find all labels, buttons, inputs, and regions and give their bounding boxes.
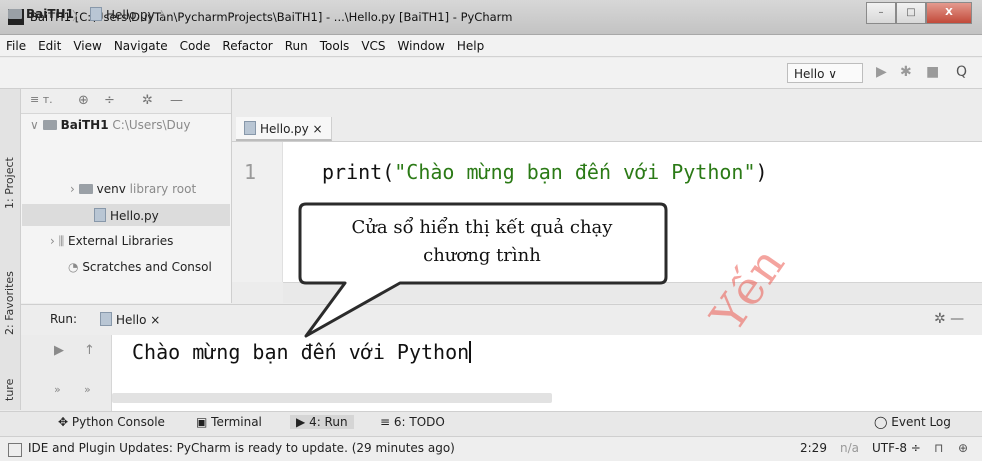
callout-line-1: Cửa sổ hiển thị kết quả chạy — [351, 217, 613, 238]
callout-line-2: chương trình — [423, 245, 541, 266]
callout-text: Cửa sổ hiển thị kết quả chạy chương trìn… — [292, 214, 672, 270]
